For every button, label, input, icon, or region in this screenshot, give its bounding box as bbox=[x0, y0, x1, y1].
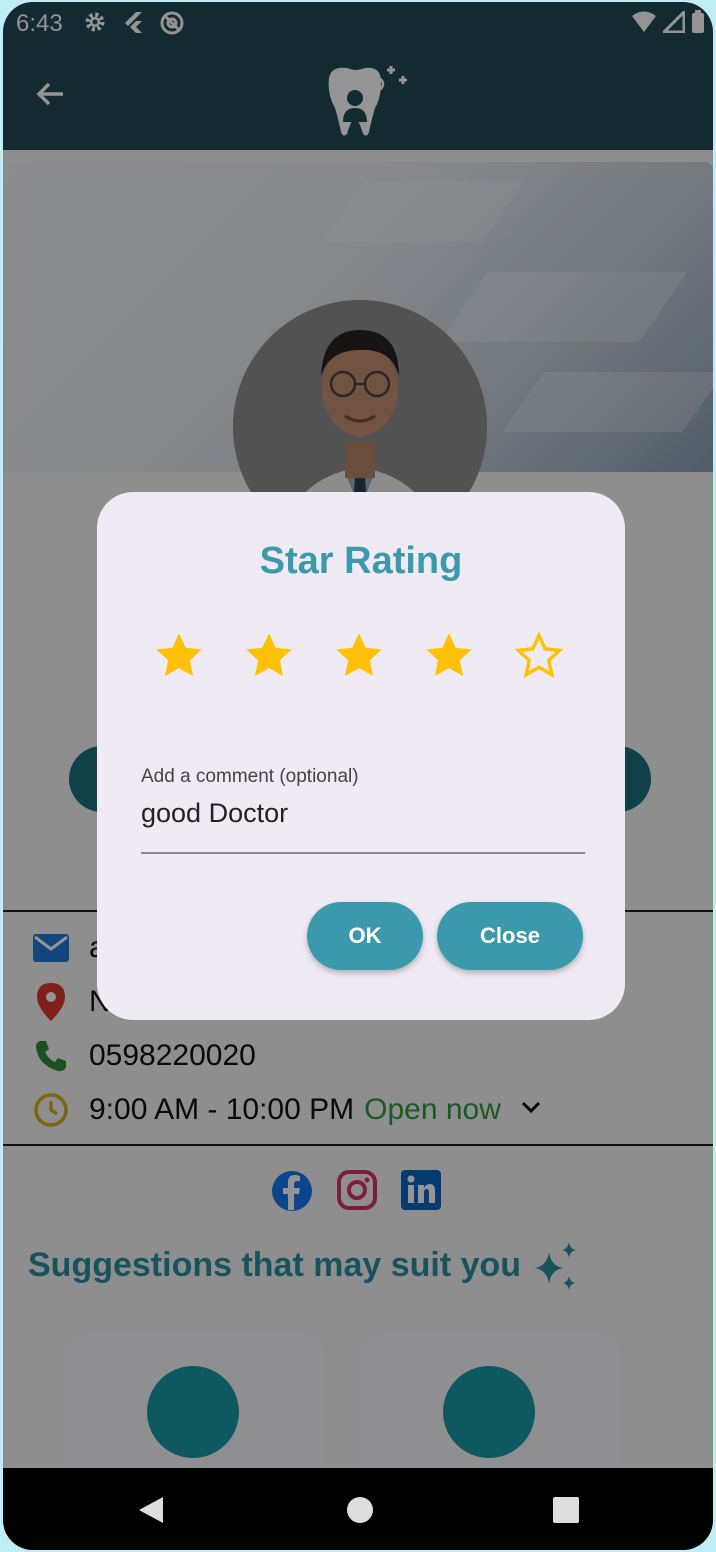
nav-back-icon[interactable] bbox=[137, 1496, 165, 1529]
ok-button[interactable]: OK bbox=[307, 902, 423, 970]
comment-input[interactable]: good Doctor bbox=[141, 798, 288, 829]
star-rating bbox=[153, 630, 565, 682]
comment-label: Add a comment (optional) bbox=[141, 766, 359, 787]
star-filled-icon[interactable] bbox=[333, 630, 385, 682]
system-nav-bar bbox=[3, 1468, 713, 1550]
star-filled-icon[interactable] bbox=[153, 630, 205, 682]
close-button[interactable]: Close bbox=[437, 902, 583, 970]
comment-underline bbox=[141, 852, 585, 854]
star-outline-icon[interactable] bbox=[513, 630, 565, 682]
nav-home-icon[interactable] bbox=[346, 1496, 374, 1529]
dialog-title: Star Rating bbox=[259, 540, 463, 582]
phone-screen: 6:43 N 0598220020 9:00 AM - 10:00 PM Ope… bbox=[3, 2, 713, 1550]
nav-recents-icon[interactable] bbox=[553, 1497, 579, 1528]
star-rating-dialog: Star Rating Add a comment (optional) goo… bbox=[97, 492, 625, 1020]
star-filled-icon[interactable] bbox=[243, 630, 295, 682]
star-filled-icon[interactable] bbox=[423, 630, 475, 682]
